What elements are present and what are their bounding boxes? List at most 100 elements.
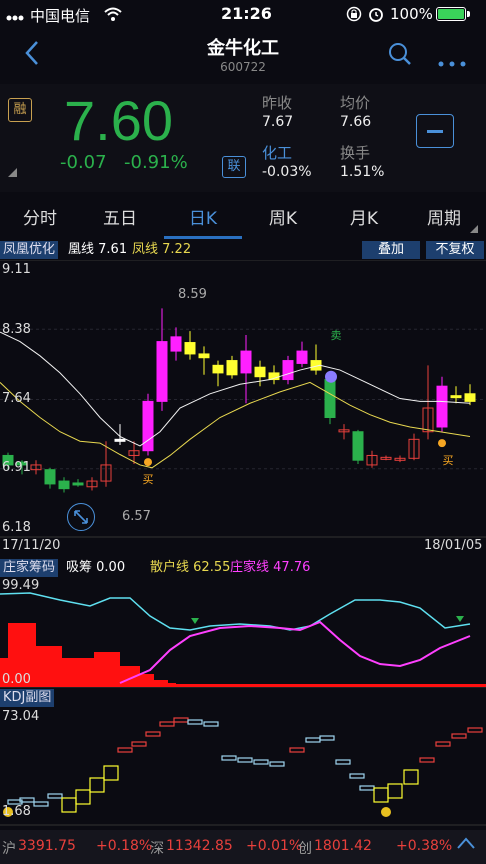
adjust-button[interactable]: 不复权: [426, 241, 484, 259]
chip-bar: [168, 683, 176, 687]
chip-bar-baseline: [176, 684, 486, 687]
candle-body: [212, 364, 224, 374]
candle-body: [464, 393, 476, 402]
expand-chart-icon[interactable]: [67, 503, 95, 531]
high-price-mark: 8.59: [178, 287, 207, 302]
kdj-step: [435, 741, 451, 747]
kdj-step: [47, 793, 63, 799]
candle-body: [296, 350, 308, 364]
kdj-step: [289, 747, 305, 753]
overlay-button[interactable]: 叠加: [362, 241, 420, 259]
kdj-y-max: 73.04: [2, 709, 40, 724]
candle-body: [282, 360, 294, 381]
buy-signal-label: 买: [143, 473, 154, 486]
tab-monthly-k[interactable]: 月K: [334, 204, 394, 229]
kdj-step: [373, 787, 389, 803]
index-ticker-bar[interactable]: 沪 3391.75 +0.18% 深 11342.85 +0.01% 创 180…: [0, 830, 486, 864]
candle-body: [450, 395, 462, 399]
feng-line-label: 凤线: [132, 242, 159, 257]
candle-body: [114, 438, 126, 442]
kdj-step: [359, 785, 375, 791]
quote-panel: 融 7.60 -0.07 -0.91% 联 昨收 7.67 均价 7.66 化工…: [0, 84, 486, 192]
prev-close-label: 昨收: [262, 94, 293, 112]
kdj-step: [253, 759, 269, 765]
sz-index-pct: +0.01%: [246, 838, 303, 854]
main-indicator-label[interactable]: 凤凰优化: [0, 241, 59, 259]
kdj-step: [269, 761, 285, 767]
tab-intraday[interactable]: 分时: [10, 204, 70, 229]
kdj-step: [33, 801, 49, 807]
chip-indicator-label[interactable]: 庄家筹码: [0, 559, 59, 577]
sanhu-label: 散户线: [150, 560, 190, 575]
sz-index-label: 深: [150, 841, 164, 857]
chip-y-max: 99.49: [2, 578, 40, 593]
feng-line-value: 7.22: [162, 242, 192, 257]
tab-period[interactable]: 周期: [414, 204, 474, 229]
kdj-step: [187, 719, 203, 725]
kdj-step: [173, 717, 189, 723]
tab-daily-k[interactable]: 日K: [173, 204, 233, 229]
candle-body: [156, 341, 168, 402]
current-price: 7.60: [64, 89, 173, 152]
sanhu-line: [0, 592, 471, 631]
sanhu-value: 62.55: [193, 560, 231, 575]
tab-weekly-k[interactable]: 周K: [253, 204, 313, 229]
zhuang-line: [119, 620, 471, 684]
feng-line: [0, 381, 471, 469]
kdj-step: [335, 759, 351, 765]
sh-index-value: 3391.75: [18, 838, 76, 854]
search-icon[interactable]: [388, 42, 412, 70]
xichou-label: 吸筹: [66, 560, 93, 575]
kdj-step: [419, 757, 435, 763]
sh-index-label: 沪: [2, 841, 16, 857]
sh-index-pct: +0.18%: [96, 838, 153, 854]
kdj-step: [159, 721, 175, 727]
kline-chart[interactable]: 买买卖: [0, 260, 486, 538]
clock-time: 21:26: [221, 4, 272, 23]
y-axis-level-4: 6.91: [2, 460, 31, 475]
turnover-value: 1.51%: [340, 164, 385, 180]
linked-badge[interactable]: 联: [222, 156, 246, 178]
more-dots-icon[interactable]: [438, 52, 468, 71]
y-axis-max: 9.11: [2, 262, 31, 277]
collapse-button[interactable]: [416, 114, 454, 148]
y-axis-level-2: 8.38: [2, 322, 31, 337]
xichou-value: 0.00: [96, 560, 126, 575]
kdj-step: [75, 789, 91, 805]
candle-body: [170, 336, 182, 352]
kdj-step: [131, 741, 147, 747]
chip-bar: [94, 652, 120, 687]
chip-chart[interactable]: [0, 578, 486, 688]
kdj-indicator-label[interactable]: KDJ副图: [0, 689, 55, 707]
kdj-step: [305, 737, 321, 743]
alarm-icon: [368, 6, 384, 26]
stock-name: 金牛化工: [207, 38, 279, 59]
kdj-chart[interactable]: [0, 708, 486, 826]
expand-corner-icon[interactable]: [8, 168, 17, 177]
active-tab-indicator: [164, 236, 242, 239]
sell-signal-label: 卖: [331, 329, 342, 342]
period-dropdown-icon: [470, 218, 478, 237]
stock-code: 600722: [220, 60, 266, 74]
kdj-step: [89, 777, 105, 793]
candle-body: [58, 480, 70, 490]
date-start: 17/11/20: [2, 538, 61, 553]
sector-label[interactable]: 化工: [262, 142, 292, 163]
nav-bar: 金牛化工 600722: [0, 28, 486, 84]
chip-bar: [62, 658, 94, 687]
tab-five-day[interactable]: 五日: [90, 204, 150, 229]
zhuang-legend: 庄家线 47.76: [230, 559, 310, 577]
kdj-step: [237, 757, 253, 763]
candle-body: [44, 469, 56, 485]
kdj-smile-icon: [381, 807, 391, 817]
y-axis-min: 6.18: [2, 520, 31, 535]
expand-up-icon[interactable]: [456, 836, 476, 854]
price-change-percent: -0.91%: [124, 152, 188, 173]
signal-icon: [6, 9, 26, 21]
kdj-step: [103, 765, 119, 781]
margin-badge[interactable]: 融: [8, 98, 32, 122]
kdj-step: [349, 773, 365, 779]
wifi-icon: [104, 7, 122, 25]
avg-price-label: 均价: [340, 94, 371, 112]
candle-body: [436, 385, 448, 428]
